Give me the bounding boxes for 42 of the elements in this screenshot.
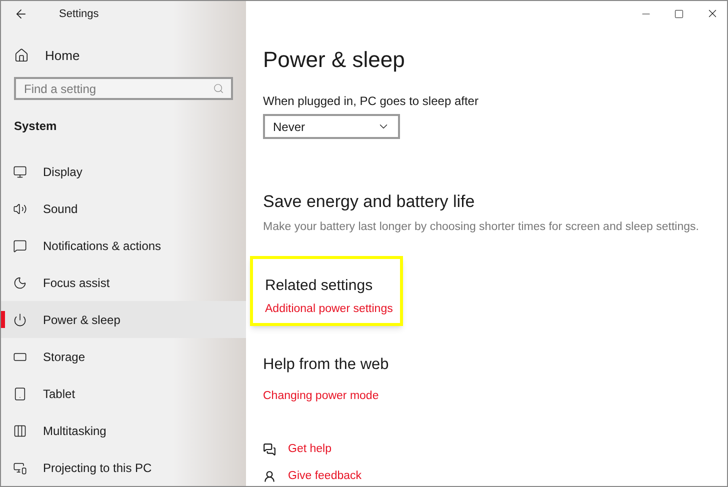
section-heading: Help from the web bbox=[263, 354, 389, 375]
help-link[interactable]: Changing power mode bbox=[263, 388, 379, 406]
home-icon bbox=[14, 48, 29, 63]
home-nav-item[interactable]: Home bbox=[1, 39, 246, 72]
maximize-icon bbox=[674, 8, 684, 18]
nav-item[interactable]: Tablet bbox=[1, 375, 246, 412]
search-icon bbox=[213, 83, 224, 94]
nav-item[interactable]: Multitasking bbox=[1, 412, 246, 449]
footer-link[interactable]: Give feedback bbox=[288, 468, 362, 485]
columns-icon bbox=[13, 424, 27, 438]
selection-indicator bbox=[1, 311, 5, 328]
search-field[interactable]: Find a setting bbox=[14, 77, 233, 100]
tablet-icon bbox=[13, 386, 27, 400]
maximize-button[interactable] bbox=[674, 8, 684, 18]
section-description: Make your battery last longer by choosing shorter times for screen and sleep settings. bbox=[263, 220, 699, 234]
chat-bubbles-icon bbox=[263, 443, 276, 456]
nav-item[interactable]: Focus assist bbox=[1, 264, 246, 301]
speaker-icon bbox=[13, 202, 27, 216]
nav-item[interactable]: Notifications & actions bbox=[1, 227, 246, 264]
section-heading: Save energy and battery life bbox=[263, 191, 475, 213]
back-arrow-icon bbox=[14, 7, 28, 22]
page-title: Power & sleep bbox=[263, 46, 405, 74]
sleep-label: When plugged in, PC goes to sleep after bbox=[263, 93, 478, 110]
nav-item[interactable]: Sound bbox=[1, 190, 246, 227]
close-button[interactable] bbox=[706, 7, 719, 20]
screens-icon bbox=[13, 460, 27, 474]
message-icon bbox=[13, 238, 27, 252]
nav-item[interactable]: Display bbox=[1, 153, 246, 190]
nav-item[interactable]: Projecting to this PC bbox=[1, 449, 246, 486]
monitor-icon bbox=[13, 164, 27, 178]
close-icon bbox=[706, 7, 719, 20]
power-settings-link[interactable]: Additional power settings bbox=[265, 301, 393, 318]
section-heading: Related settings bbox=[265, 276, 373, 296]
sleep-dropdown[interactable]: Never bbox=[263, 114, 400, 139]
power-icon bbox=[13, 312, 27, 326]
footer-link[interactable]: Get help bbox=[288, 441, 332, 458]
moon-icon bbox=[13, 276, 27, 290]
nav-item[interactable]: Storage bbox=[1, 338, 246, 375]
person-icon bbox=[263, 470, 276, 483]
section-heading: System bbox=[14, 118, 57, 135]
nav-item[interactable]: Power & sleep bbox=[1, 301, 246, 338]
window-title: Settings bbox=[59, 6, 99, 22]
